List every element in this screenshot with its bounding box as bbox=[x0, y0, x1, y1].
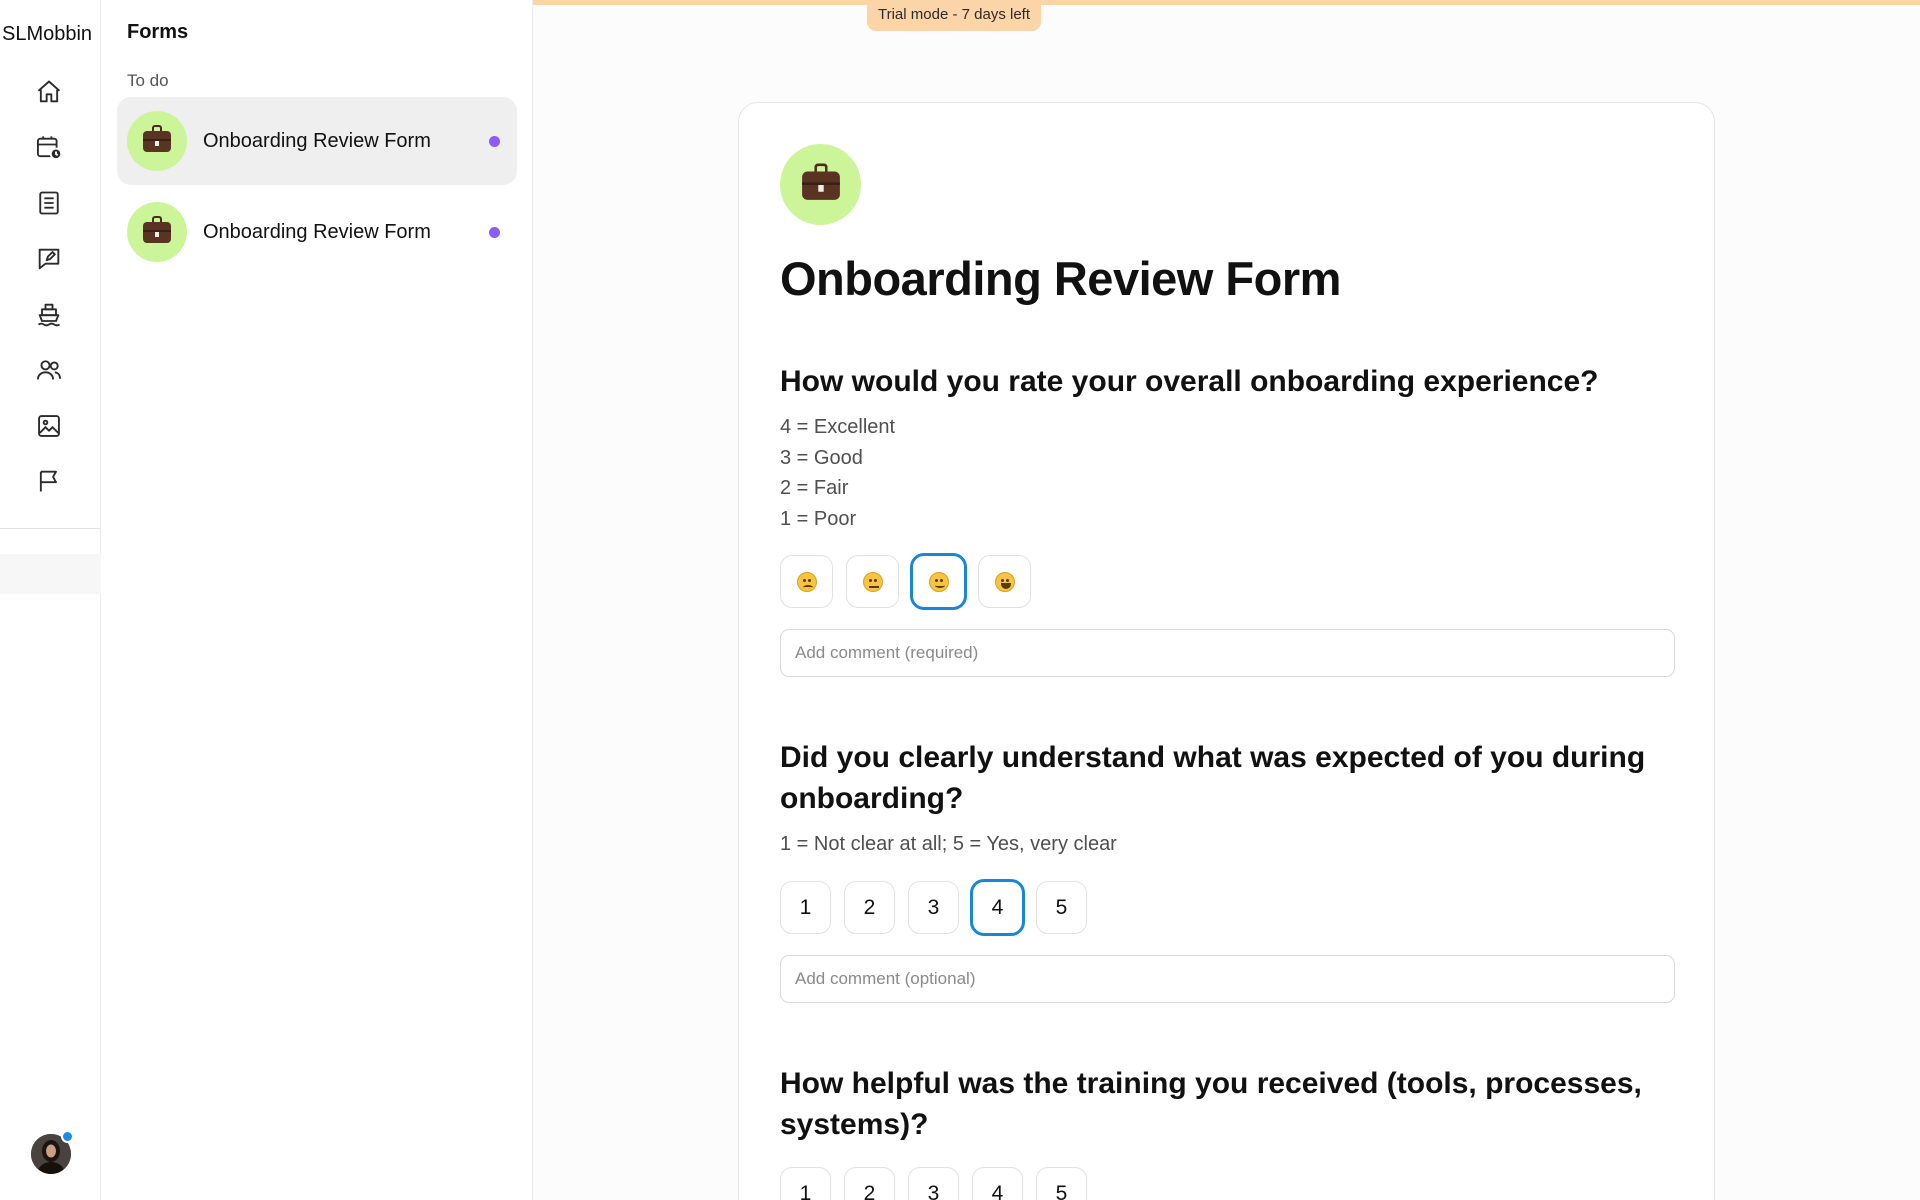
briefcase-icon bbox=[801, 162, 840, 200]
question-3-text: How helpful was the training you receive… bbox=[780, 1067, 1642, 1141]
question-2-legend: 1 = Not clear at all; 5 = Yes, very clea… bbox=[780, 833, 1117, 855]
workspace-name[interactable]: SLMobbin bbox=[2, 23, 99, 46]
rating-5-button[interactable]: 5 bbox=[1036, 881, 1087, 934]
todo-section-label: To do bbox=[127, 71, 169, 90]
flag-icon[interactable] bbox=[33, 465, 65, 497]
unamused-face-icon bbox=[862, 571, 883, 592]
trial-badge[interactable]: Trial mode - 7 days left bbox=[867, 0, 1041, 31]
calendar-clock-icon[interactable] bbox=[33, 132, 65, 164]
legend-line: 2 = Fair bbox=[780, 477, 849, 499]
scale-rating-row: 1 2 3 4 5 bbox=[780, 879, 1087, 936]
rail-divider bbox=[0, 528, 101, 529]
frowning-face-icon bbox=[796, 571, 817, 592]
form-item-label: Onboarding Review Form bbox=[203, 130, 431, 152]
forms-list-item[interactable]: Onboarding Review Form bbox=[117, 188, 517, 276]
rating-unamused-button[interactable] bbox=[846, 555, 899, 608]
image-icon[interactable] bbox=[33, 410, 65, 442]
people-icon[interactable] bbox=[33, 354, 65, 386]
legend-line: 3 = Good bbox=[780, 446, 863, 469]
rating-3-button[interactable]: 3 bbox=[908, 1167, 959, 1200]
rating-3-button[interactable]: 3 bbox=[908, 881, 959, 934]
legend-line: 4 = Excellent bbox=[780, 416, 896, 438]
form-card: Onboarding Review Form How would you rat… bbox=[738, 102, 1715, 1200]
rating-2-button[interactable]: 2 bbox=[844, 881, 895, 934]
unread-dot bbox=[489, 227, 500, 238]
forms-panel-title: Forms bbox=[127, 21, 189, 43]
legend-line: 1 = Poor bbox=[780, 507, 857, 530]
rating-2-button[interactable]: 2 bbox=[844, 1167, 895, 1200]
ship-icon[interactable] bbox=[33, 298, 65, 330]
rating-grinning-button[interactable] bbox=[910, 553, 967, 610]
icon-rail: SLMobbin bbox=[0, 0, 101, 1200]
emoji-rating-row bbox=[780, 553, 1031, 610]
question-1-legend: 4 = Excellent 3 = Good 2 = Fair 1 = Poor bbox=[780, 412, 895, 534]
rating-4-button[interactable]: 4 bbox=[972, 1167, 1023, 1200]
comment-input-required[interactable] bbox=[780, 629, 1675, 677]
briefcase-icon bbox=[143, 125, 171, 152]
online-status-dot bbox=[61, 1130, 74, 1143]
form-title: Onboarding Review Form bbox=[780, 252, 1341, 305]
rating-star-struck-button[interactable] bbox=[978, 555, 1031, 608]
unread-dot bbox=[489, 136, 500, 147]
star-struck-face-icon bbox=[994, 571, 1015, 592]
rating-1-button[interactable]: 1 bbox=[780, 881, 831, 934]
question-1-text: How would you rate your overall onboardi… bbox=[780, 365, 1599, 398]
rail-empty-slot bbox=[0, 554, 101, 594]
feedback-icon[interactable] bbox=[33, 243, 65, 275]
form-avatar bbox=[127, 202, 187, 262]
home-icon[interactable] bbox=[33, 76, 65, 108]
rating-4-button[interactable]: 4 bbox=[970, 879, 1025, 936]
grinning-face-icon bbox=[928, 571, 949, 592]
rating-frowning-button[interactable] bbox=[780, 555, 833, 608]
form-header-avatar bbox=[780, 144, 861, 225]
question-2-text: Did you clearly understand what was expe… bbox=[780, 741, 1646, 815]
briefcase-icon bbox=[143, 216, 171, 243]
document-icon[interactable] bbox=[33, 187, 65, 219]
form-item-label: Onboarding Review Form bbox=[203, 221, 431, 243]
scale-rating-row: 1 2 3 4 5 bbox=[780, 1167, 1087, 1200]
form-avatar bbox=[127, 111, 187, 171]
forms-list-item[interactable]: Onboarding Review Form bbox=[117, 97, 517, 185]
comment-input-optional[interactable] bbox=[780, 955, 1675, 1003]
rating-1-button[interactable]: 1 bbox=[780, 1167, 831, 1200]
forms-list-panel: Forms To do Onboarding Review Form Onboa… bbox=[101, 0, 533, 1200]
rating-5-button[interactable]: 5 bbox=[1036, 1167, 1087, 1200]
